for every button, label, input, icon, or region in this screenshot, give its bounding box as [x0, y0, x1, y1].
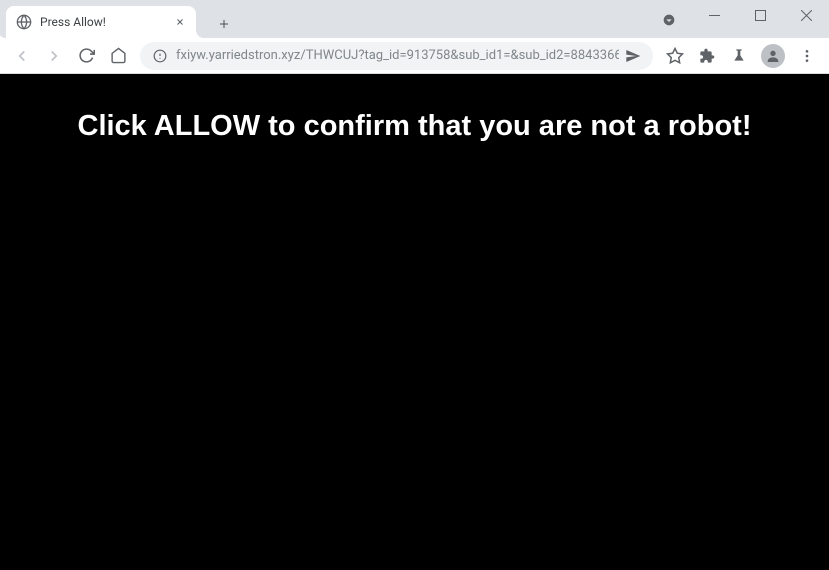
new-tab-button[interactable]	[210, 10, 238, 38]
toolbar	[0, 38, 829, 74]
globe-icon	[16, 14, 32, 30]
titlebar: Press Allow!	[0, 0, 829, 38]
page-heading: Click ALLOW to confirm that you are not …	[78, 110, 752, 570]
profile-button[interactable]	[761, 44, 785, 68]
maximize-button[interactable]	[737, 0, 783, 30]
home-button[interactable]	[104, 42, 132, 70]
url-input[interactable]	[176, 48, 619, 63]
reload-button[interactable]	[72, 42, 100, 70]
minimize-button[interactable]	[691, 0, 737, 30]
active-tab[interactable]: Press Allow!	[6, 6, 196, 38]
tab-title: Press Allow!	[40, 15, 164, 29]
window-controls	[657, 0, 829, 30]
labs-button[interactable]	[725, 42, 753, 70]
back-button[interactable]	[8, 42, 36, 70]
send-icon[interactable]	[625, 48, 641, 64]
tab-close-button[interactable]	[172, 14, 188, 30]
bookmark-button[interactable]	[661, 42, 689, 70]
forward-button[interactable]	[40, 42, 68, 70]
site-info-icon[interactable]	[152, 48, 168, 64]
browser-window: Press Allow!	[0, 0, 829, 570]
search-tabs-button[interactable]	[657, 8, 681, 32]
extensions-button[interactable]	[693, 42, 721, 70]
close-window-button[interactable]	[783, 0, 829, 30]
address-bar[interactable]	[140, 42, 653, 70]
menu-button[interactable]	[793, 42, 821, 70]
page-content: Click ALLOW to confirm that you are not …	[0, 74, 829, 570]
tab-strip: Press Allow!	[6, 0, 238, 38]
